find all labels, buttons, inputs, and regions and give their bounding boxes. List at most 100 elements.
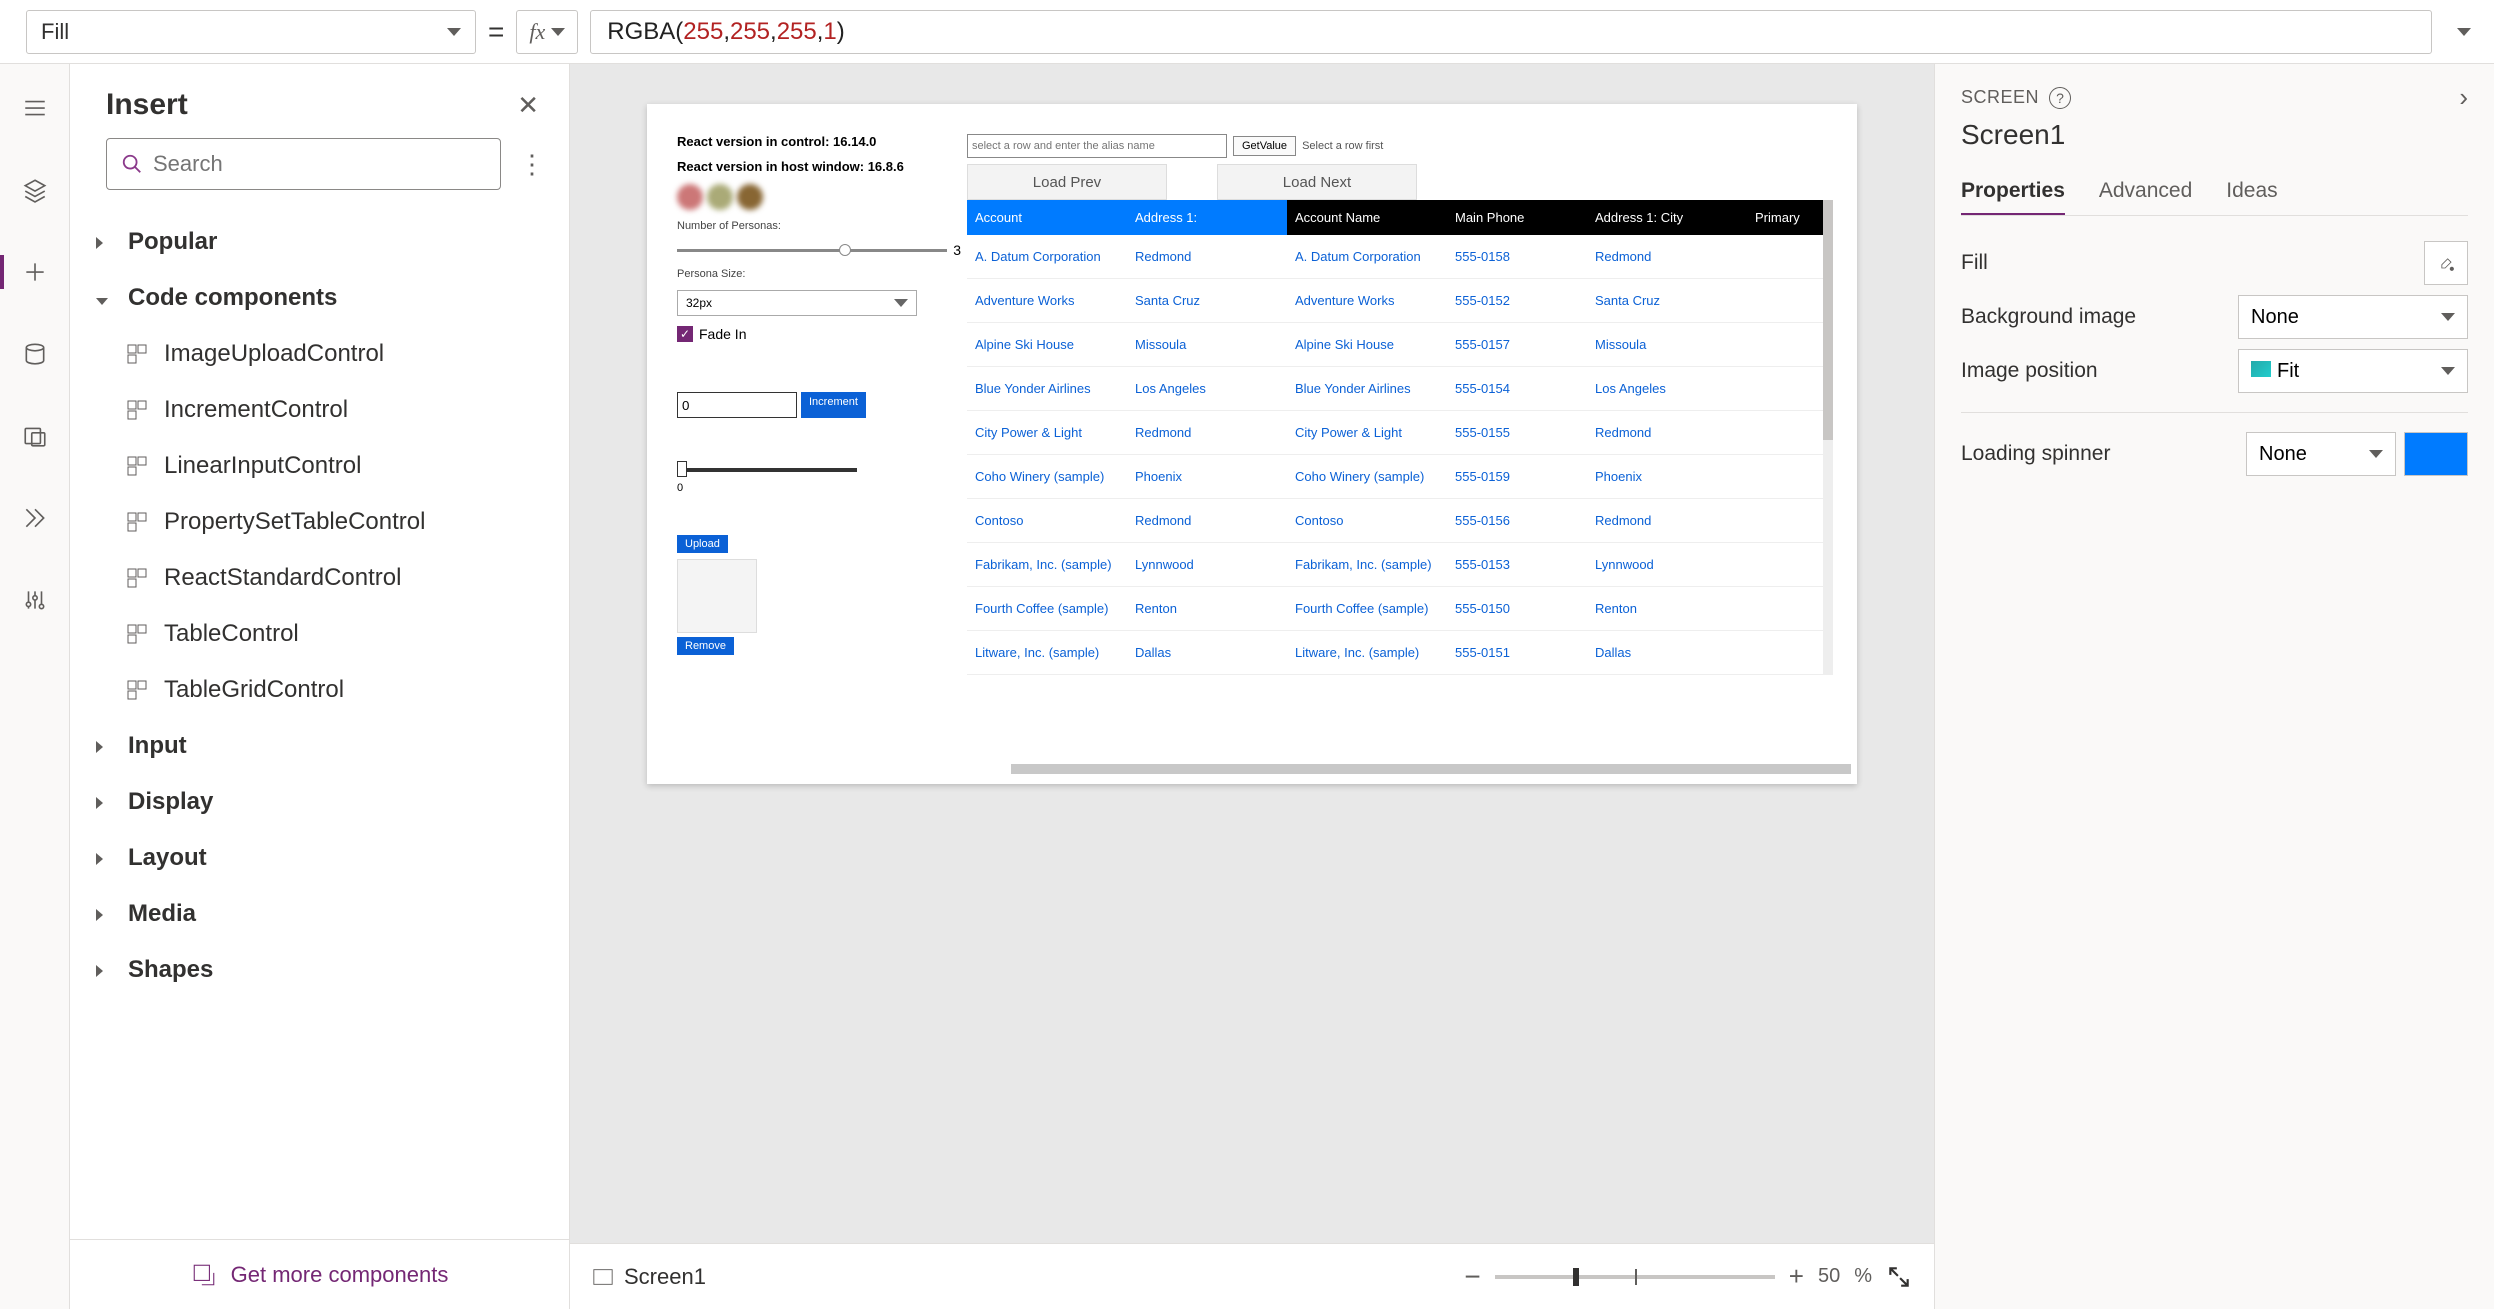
canvas-viewport[interactable]: React version in control: 16.14.0 React …: [570, 64, 1934, 1243]
table-row[interactable]: Fabrikam, Inc. (sample)LynnwoodFabrikam,…: [967, 543, 1827, 587]
left-rail: [0, 64, 70, 1309]
table-row[interactable]: City Power & LightRedmondCity Power & Li…: [967, 411, 1827, 455]
component-item[interactable]: PropertySetTableControl: [70, 494, 569, 550]
fill-color-button[interactable]: [2424, 241, 2468, 285]
persona-avatar: [737, 184, 763, 210]
image-position-select[interactable]: Fit: [2238, 349, 2468, 393]
table-cell: Dallas: [1127, 631, 1287, 674]
remove-button[interactable]: Remove: [677, 637, 734, 655]
layers-icon: [22, 177, 48, 203]
table-row[interactable]: ContosoRedmondContoso555-0156Redmond: [967, 499, 1827, 543]
help-button[interactable]: ?: [2049, 87, 2071, 109]
spinner-color-button[interactable]: [2404, 432, 2468, 476]
table-cell: Redmond: [1127, 411, 1287, 454]
category-display[interactable]: Display: [70, 774, 569, 830]
table-row[interactable]: Blue Yonder AirlinesLos AngelesBlue Yond…: [967, 367, 1827, 411]
load-prev-button[interactable]: Load Prev: [967, 164, 1167, 200]
header-cell[interactable]: Account: [967, 200, 1127, 235]
properties-pane: SCREEN ? › Screen1 Properties Advanced I…: [1934, 64, 2494, 1309]
load-next-button[interactable]: Load Next: [1217, 164, 1417, 200]
persona-slider[interactable]: 3: [677, 242, 961, 258]
table-row[interactable]: Alpine Ski HouseMissoulaAlpine Ski House…: [967, 323, 1827, 367]
table-row[interactable]: Fourth Coffee (sample)RentonFourth Coffe…: [967, 587, 1827, 631]
chevron-right-icon[interactable]: ›: [2459, 82, 2468, 113]
component-item[interactable]: ReactStandardControl: [70, 550, 569, 606]
formula-expand-button[interactable]: [2444, 28, 2484, 36]
get-more-components-button[interactable]: Get more components: [70, 1239, 569, 1309]
category-input[interactable]: Input: [70, 718, 569, 774]
persona-avatar: [677, 184, 703, 210]
advanced-tools-button[interactable]: [15, 580, 55, 620]
search-field[interactable]: [153, 151, 486, 177]
fx-toggle[interactable]: fx: [516, 10, 578, 54]
category-shapes[interactable]: Shapes: [70, 942, 569, 998]
hamburger-icon: [22, 95, 48, 121]
component-item[interactable]: IncrementControl: [70, 382, 569, 438]
category-layout[interactable]: Layout: [70, 830, 569, 886]
table-cell: Coho Winery (sample): [1287, 455, 1447, 498]
header-cell[interactable]: Address 1:: [1127, 200, 1287, 235]
getvalue-button[interactable]: GetValue: [1233, 136, 1296, 156]
persona-size-select[interactable]: 32px: [677, 290, 917, 316]
power-automate-button[interactable]: [15, 498, 55, 538]
table-row[interactable]: Litware, Inc. (sample)DallasLitware, Inc…: [967, 631, 1827, 675]
component-icon: [124, 453, 150, 479]
loading-spinner-select[interactable]: None: [2246, 432, 2396, 476]
tab-properties[interactable]: Properties: [1961, 179, 2065, 216]
upload-button[interactable]: Upload: [677, 535, 728, 553]
increment-button[interactable]: Increment: [801, 392, 866, 418]
chevron-down-icon: [551, 28, 565, 36]
linear-input[interactable]: [677, 468, 857, 472]
table-cell: Fabrikam, Inc. (sample): [1287, 543, 1447, 586]
fullscreen-button[interactable]: [1886, 1264, 1912, 1290]
tab-advanced[interactable]: Advanced: [2099, 179, 2192, 216]
insert-title: Insert: [106, 88, 188, 122]
increment-control: Increment: [677, 392, 961, 418]
zoom-slider[interactable]: [1495, 1275, 1775, 1279]
property-selector[interactable]: Fill: [26, 10, 476, 54]
insert-button[interactable]: [15, 252, 55, 292]
hamburger-button[interactable]: [15, 88, 55, 128]
close-pane-button[interactable]: ✕: [517, 90, 539, 121]
alias-input[interactable]: [967, 134, 1227, 158]
component-item[interactable]: TableGridControl: [70, 662, 569, 718]
table-row[interactable]: Coho Winery (sample)PhoenixCoho Winery (…: [967, 455, 1827, 499]
screen-selector[interactable]: Screen1: [592, 1264, 706, 1290]
component-item[interactable]: TableControl: [70, 606, 569, 662]
formula-input[interactable]: RGBA(255, 255, 255, 1): [590, 10, 2432, 54]
component-item[interactable]: ImageUploadControl: [70, 326, 569, 382]
increment-input[interactable]: [677, 392, 797, 418]
search-input[interactable]: [106, 138, 501, 190]
header-cell[interactable]: Account Name: [1287, 200, 1447, 235]
component-icon: [124, 621, 150, 647]
background-image-select[interactable]: None: [2238, 295, 2468, 339]
header-cell[interactable]: Main Phone: [1447, 200, 1587, 235]
category-code-components[interactable]: Code components: [70, 270, 569, 326]
table-row[interactable]: Adventure WorksSanta CruzAdventure Works…: [967, 279, 1827, 323]
table-cell: Fourth Coffee (sample): [1287, 587, 1447, 630]
category-media[interactable]: Media: [70, 886, 569, 942]
component-item[interactable]: LinearInputControl: [70, 438, 569, 494]
canvas-area: React version in control: 16.14.0 React …: [570, 64, 1934, 1309]
more-button[interactable]: ⋮: [519, 149, 545, 180]
table-cell: 555-0151: [1447, 631, 1587, 674]
chevron-down-icon: [2457, 28, 2471, 36]
tree-view-button[interactable]: [15, 170, 55, 210]
component-icon: [124, 677, 150, 703]
table-row[interactable]: A. Datum CorporationRedmondA. Datum Corp…: [967, 235, 1827, 279]
data-button[interactable]: [15, 334, 55, 374]
table-cell: 555-0156: [1447, 499, 1587, 542]
table-scrollbar[interactable]: [1823, 200, 1833, 675]
horizontal-scrollbar[interactable]: [1011, 764, 1851, 774]
zoom-out-button[interactable]: −: [1464, 1261, 1480, 1293]
header-cell[interactable]: Address 1: City: [1587, 200, 1747, 235]
table-cell: Blue Yonder Airlines: [967, 367, 1127, 410]
header-cell[interactable]: Primary: [1747, 200, 1827, 235]
table-cell: 555-0154: [1447, 367, 1587, 410]
zoom-in-button[interactable]: +: [1789, 1261, 1804, 1292]
fade-in-checkbox[interactable]: ✓Fade In: [677, 326, 961, 342]
media-button[interactable]: [15, 416, 55, 456]
category-popular[interactable]: Popular: [70, 214, 569, 270]
tab-ideas[interactable]: Ideas: [2226, 179, 2277, 216]
screen-mock[interactable]: React version in control: 16.14.0 React …: [647, 104, 1857, 784]
